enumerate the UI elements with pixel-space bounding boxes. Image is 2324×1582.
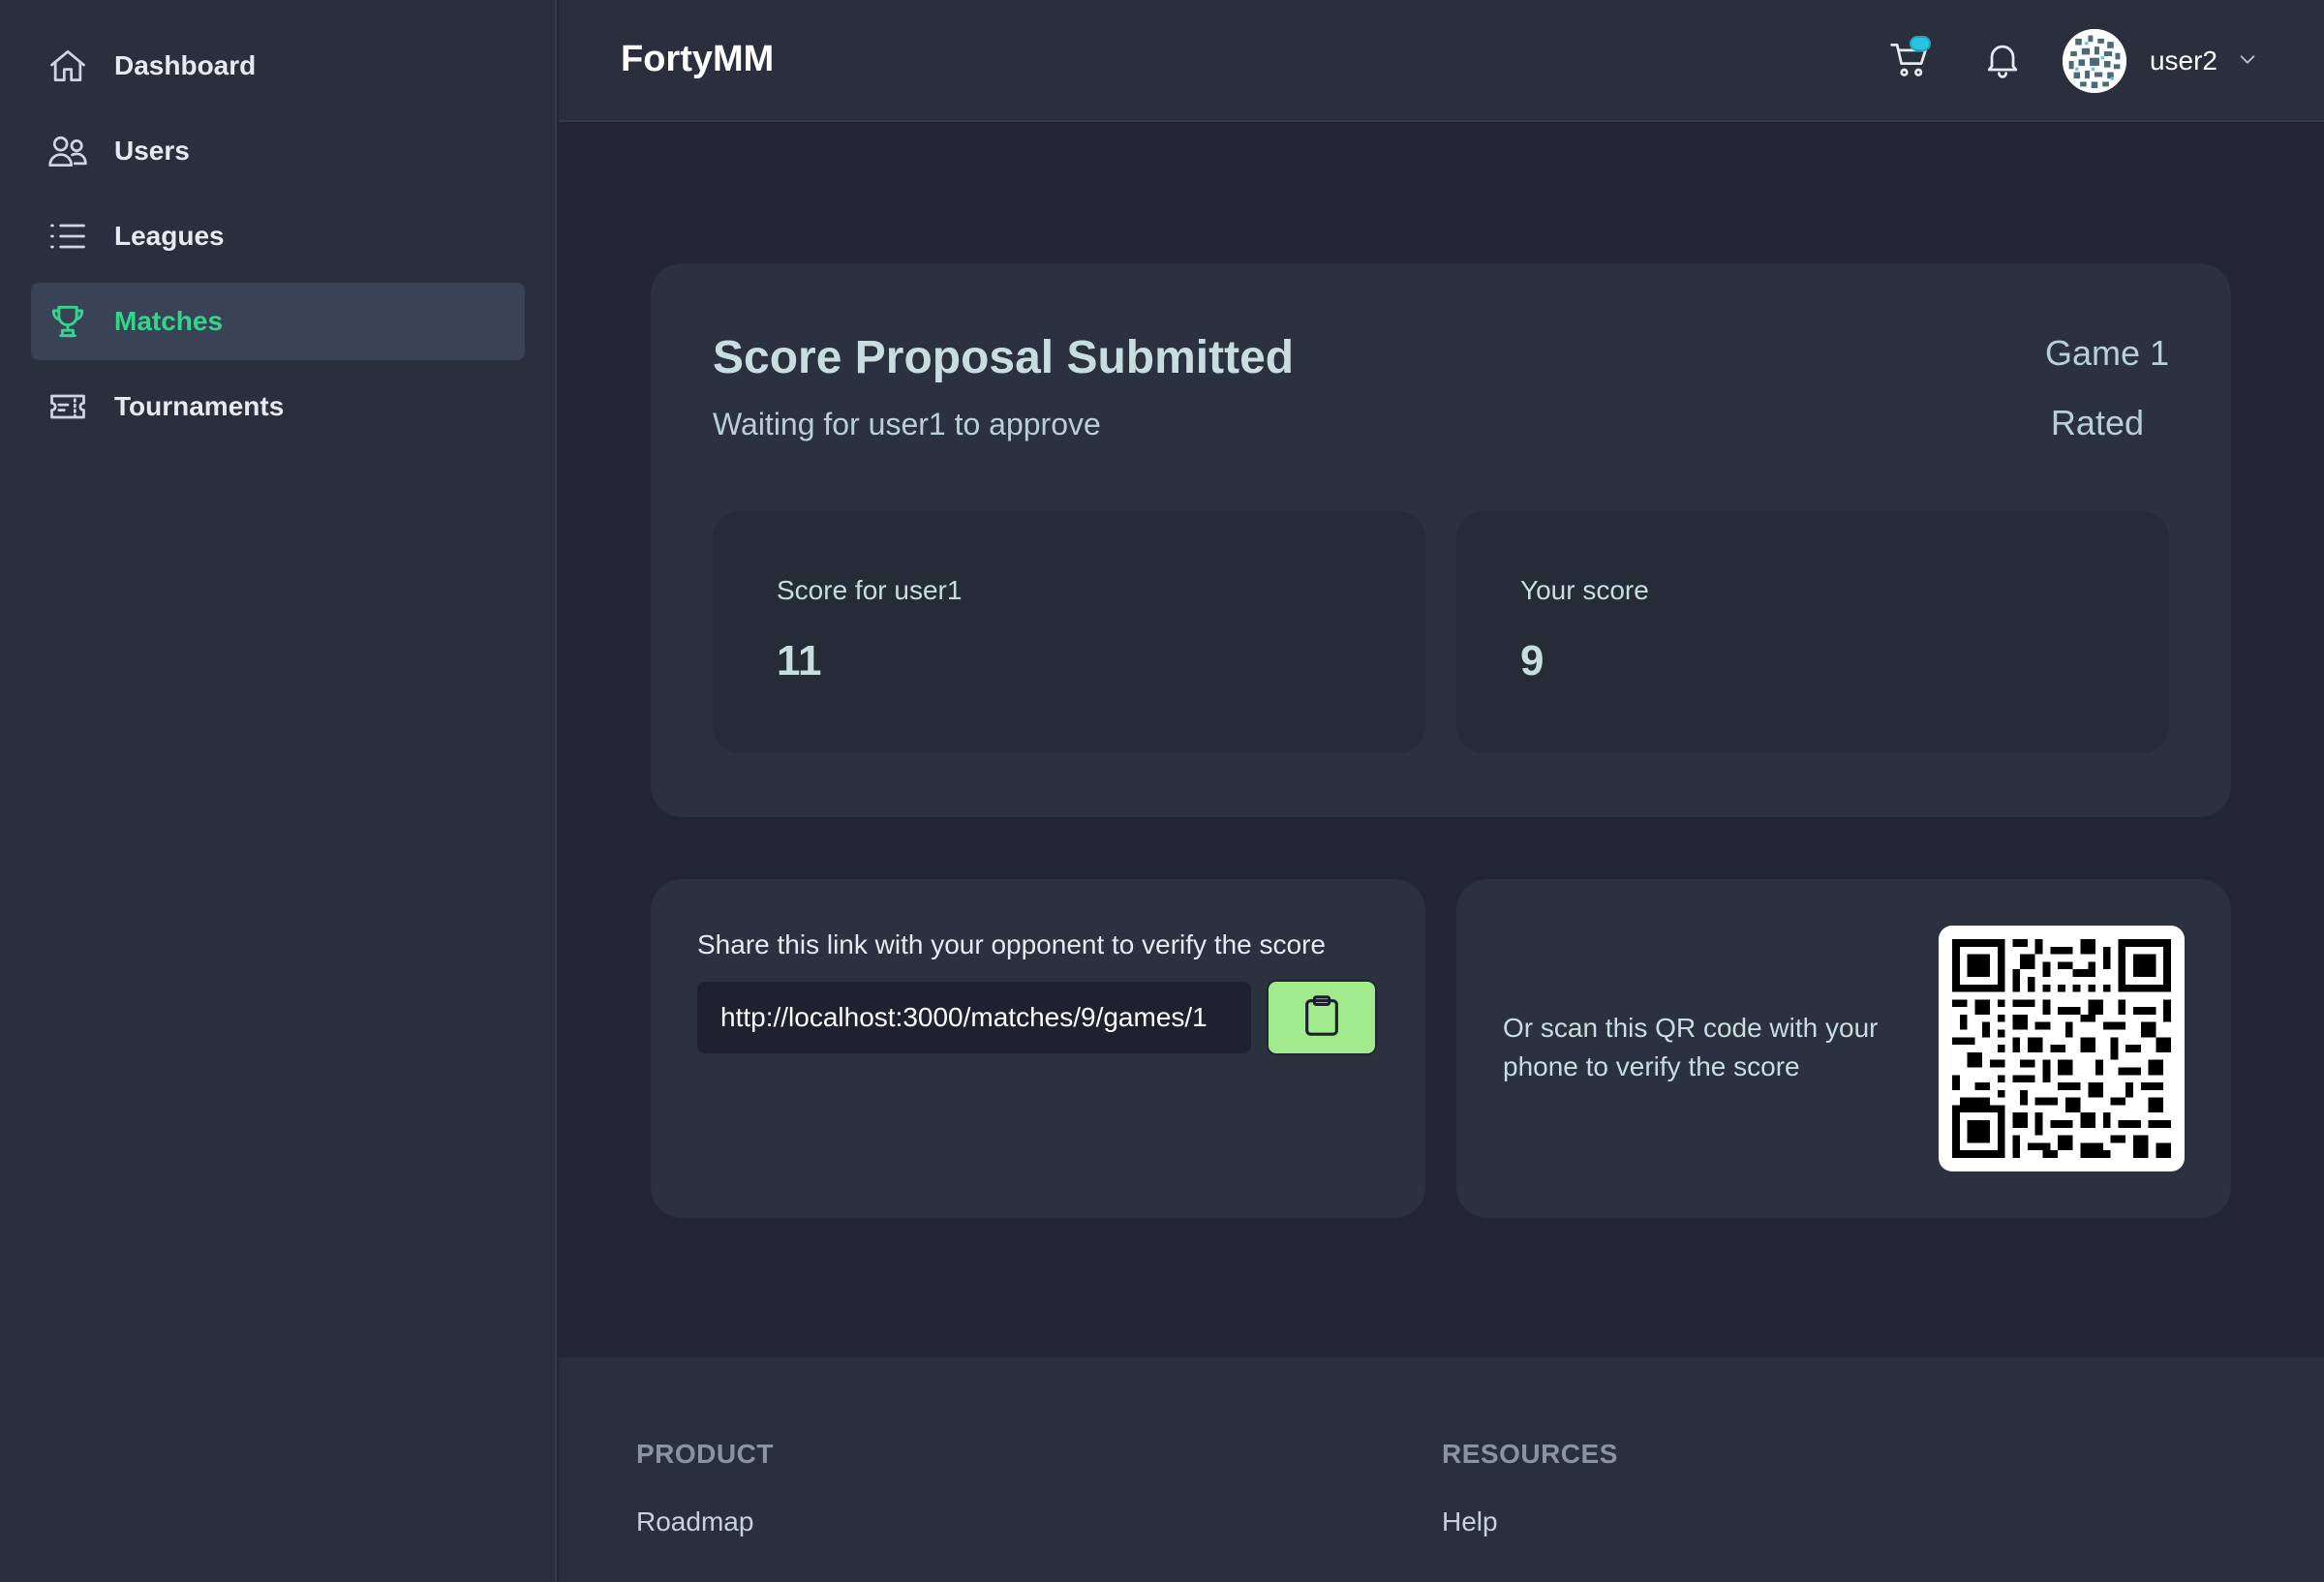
your-score-box: Your score 9	[1456, 511, 2169, 753]
sidebar-item-label: Users	[114, 136, 190, 166]
page-title: Score Proposal Submitted	[713, 332, 1295, 383]
sidebar-item-label: Leagues	[114, 221, 225, 251]
share-instructions: Share this link with your opponent to ve…	[697, 929, 1327, 959]
brand-logo[interactable]: FortyMM	[621, 39, 774, 80]
rated-label: Rated	[2050, 403, 2144, 442]
footer-heading: RESOURCES	[1442, 1439, 1618, 1469]
cart-badge	[1909, 36, 1931, 51]
your-score-label: Your score	[1520, 575, 1649, 605]
topbar: FortyMM user2	[559, 0, 2324, 122]
opponent-score-value: 11	[777, 637, 822, 685]
score-proposal-card: Score Proposal Submitted Waiting for use…	[651, 263, 2231, 817]
app-root: Dashboard Users Leagues Matches Tourname…	[0, 0, 2324, 1582]
username-label[interactable]: user2	[2150, 46, 2217, 76]
footer-link-roadmap[interactable]: Roadmap	[636, 1506, 774, 1537]
sidebar-item-users[interactable]: Users	[31, 112, 525, 190]
users-icon	[46, 130, 89, 172]
ticket-icon	[46, 385, 89, 428]
sidebar-item-label: Dashboard	[114, 50, 257, 80]
status-message: Waiting for user1 to approve	[713, 407, 1101, 441]
sidebar-item-label: Tournaments	[114, 391, 285, 421]
avatar[interactable]	[2062, 29, 2126, 93]
footer: PRODUCT Roadmap RESOURCES Help	[559, 1357, 2324, 1582]
qr-code-icon	[1952, 939, 2171, 1158]
game-label: Game 1	[2044, 333, 2169, 373]
footer-link-help[interactable]: Help	[1442, 1506, 1618, 1537]
clipboard-icon	[1302, 993, 1341, 1043]
footer-product-column: PRODUCT Roadmap	[636, 1439, 774, 1537]
footer-resources-column: RESOURCES Help	[1442, 1439, 1618, 1537]
chevron-down-icon[interactable]	[2237, 48, 2258, 75]
sidebar-item-leagues[interactable]: Leagues	[31, 198, 525, 275]
copy-link-button[interactable]	[1267, 980, 1377, 1055]
share-link-card: Share this link with your opponent to ve…	[651, 879, 1425, 1218]
trophy-icon	[46, 300, 89, 343]
qr-code	[1939, 926, 2185, 1171]
qr-instructions: Or scan this QR code with your phone to …	[1503, 1013, 1879, 1081]
your-score-value: 9	[1520, 637, 1544, 685]
list-icon	[46, 215, 89, 258]
sidebar-nav: Dashboard Users Leagues Matches Tourname…	[31, 27, 525, 453]
opponent-score-box: Score for user1 11	[713, 511, 1425, 753]
cart-button[interactable]	[1882, 34, 1937, 88]
sidebar: Dashboard Users Leagues Matches Tourname…	[0, 0, 557, 1582]
top-actions: user2	[1882, 25, 2258, 97]
qr-code-card: Or scan this QR code with your phone to …	[1456, 879, 2231, 1218]
sidebar-item-label: Matches	[114, 306, 224, 336]
sidebar-item-dashboard[interactable]: Dashboard	[31, 27, 525, 105]
sidebar-item-tournaments[interactable]: Tournaments	[31, 368, 525, 445]
home-icon	[46, 45, 89, 87]
footer-heading: PRODUCT	[636, 1439, 774, 1469]
sidebar-item-matches[interactable]: Matches	[31, 283, 525, 360]
bell-icon	[1981, 38, 2024, 85]
share-link-input[interactable]	[697, 982, 1251, 1053]
notifications-button[interactable]	[1975, 34, 2030, 88]
avatar-pattern-icon	[2062, 29, 2126, 93]
opponent-score-label: Score for user1	[777, 575, 963, 605]
